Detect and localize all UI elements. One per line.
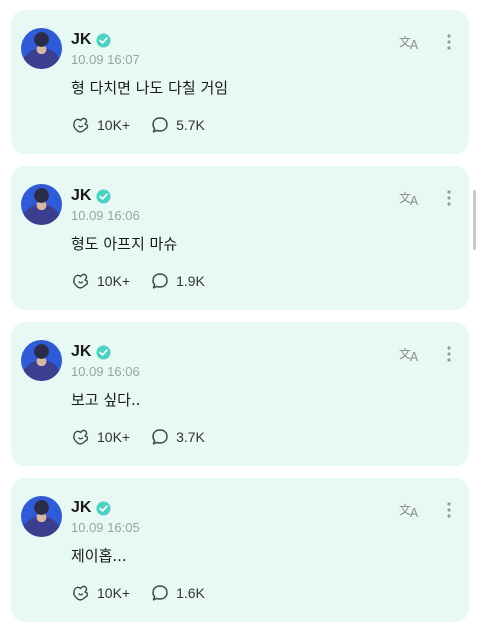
like-count: 10K+	[97, 429, 131, 445]
svg-text:A: A	[410, 38, 419, 52]
more-vertical-icon[interactable]	[441, 500, 457, 520]
svg-text:A: A	[410, 506, 419, 520]
verified-badge-icon	[96, 32, 111, 48]
translate-icon[interactable]: 文 A	[399, 344, 423, 364]
post-timestamp: 10.09 16:05	[71, 520, 140, 535]
avatar[interactable]	[21, 496, 62, 537]
comment-count: 5.7K	[176, 117, 205, 133]
author-name[interactable]: JK	[71, 187, 91, 205]
avatar[interactable]	[21, 28, 62, 69]
translate-icon[interactable]: 文 A	[399, 188, 423, 208]
like-icon	[73, 585, 89, 601]
post-timestamp: 10.09 16:06	[71, 364, 140, 379]
comment-count: 3.7K	[176, 429, 205, 445]
avatar[interactable]	[21, 184, 62, 225]
like-count: 10K+	[97, 273, 131, 289]
post-message: 보고 싶다..	[71, 391, 141, 409]
post-card[interactable]: JK 10.09 16:06 형도 아프지 마슈 10K+ 1.9K 文 A	[11, 166, 469, 310]
comment-icon	[152, 273, 168, 289]
avatar[interactable]	[21, 340, 62, 381]
comment-icon	[152, 585, 168, 601]
author-row: JK	[71, 342, 111, 362]
like-button[interactable]: 10K+	[71, 583, 130, 603]
post-message: 형 다치면 나도 다칠 거임	[71, 79, 229, 97]
author-row: JK	[71, 30, 111, 50]
comment-button[interactable]: 1.9K	[150, 271, 205, 291]
post-timestamp: 10.09 16:06	[71, 208, 140, 223]
like-icon	[73, 429, 89, 445]
author-row: JK	[71, 498, 111, 518]
post-actions: 10K+ 3.7K	[71, 426, 225, 448]
verified-badge-icon	[96, 500, 111, 516]
post-card[interactable]: JK 10.09 16:07 형 다치면 나도 다칠 거임 10K+ 5.7K	[11, 10, 469, 154]
more-vertical-icon[interactable]	[441, 188, 457, 208]
like-icon	[73, 273, 89, 289]
like-button[interactable]: 10K+	[71, 115, 130, 135]
post-timestamp: 10.09 16:07	[71, 52, 140, 67]
scrollbar[interactable]	[473, 190, 476, 250]
comment-button[interactable]: 5.7K	[150, 115, 205, 135]
comment-button[interactable]: 1.6K	[150, 583, 205, 603]
comment-count: 1.9K	[176, 273, 205, 289]
post-message: 제이홉...	[71, 547, 127, 565]
author-name[interactable]: JK	[71, 499, 91, 517]
like-icon	[73, 117, 89, 133]
comment-button[interactable]: 3.7K	[150, 427, 205, 447]
svg-text:A: A	[410, 194, 419, 208]
svg-text:A: A	[410, 350, 419, 364]
like-button[interactable]: 10K+	[71, 427, 130, 447]
author-row: JK	[71, 186, 111, 206]
post-feed: JK 10.09 16:07 형 다치면 나도 다칠 거임 10K+ 5.7K	[0, 0, 480, 633]
like-count: 10K+	[97, 585, 131, 601]
post-card[interactable]: JK 10.09 16:06 보고 싶다.. 10K+ 3.7K 文 A	[11, 322, 469, 466]
more-vertical-icon[interactable]	[441, 32, 457, 52]
post-card[interactable]: JK 10.09 16:05 제이홉... 10K+ 1.6K 文 A	[11, 478, 469, 622]
comment-count: 1.6K	[176, 585, 205, 601]
post-actions: 10K+ 1.9K	[71, 270, 225, 292]
author-name[interactable]: JK	[71, 343, 91, 361]
like-button[interactable]: 10K+	[71, 271, 130, 291]
verified-badge-icon	[96, 344, 111, 360]
author-name[interactable]: JK	[71, 31, 91, 49]
translate-icon[interactable]: 文 A	[399, 500, 423, 520]
post-actions: 10K+ 1.6K	[71, 582, 225, 604]
comment-icon	[152, 429, 168, 445]
more-vertical-icon[interactable]	[441, 344, 457, 364]
comment-icon	[152, 117, 168, 133]
post-actions: 10K+ 5.7K	[71, 114, 225, 136]
like-count: 10K+	[97, 117, 131, 133]
verified-badge-icon	[96, 188, 111, 204]
translate-icon[interactable]: 文 A	[399, 32, 423, 52]
post-message: 형도 아프지 마슈	[71, 235, 178, 253]
